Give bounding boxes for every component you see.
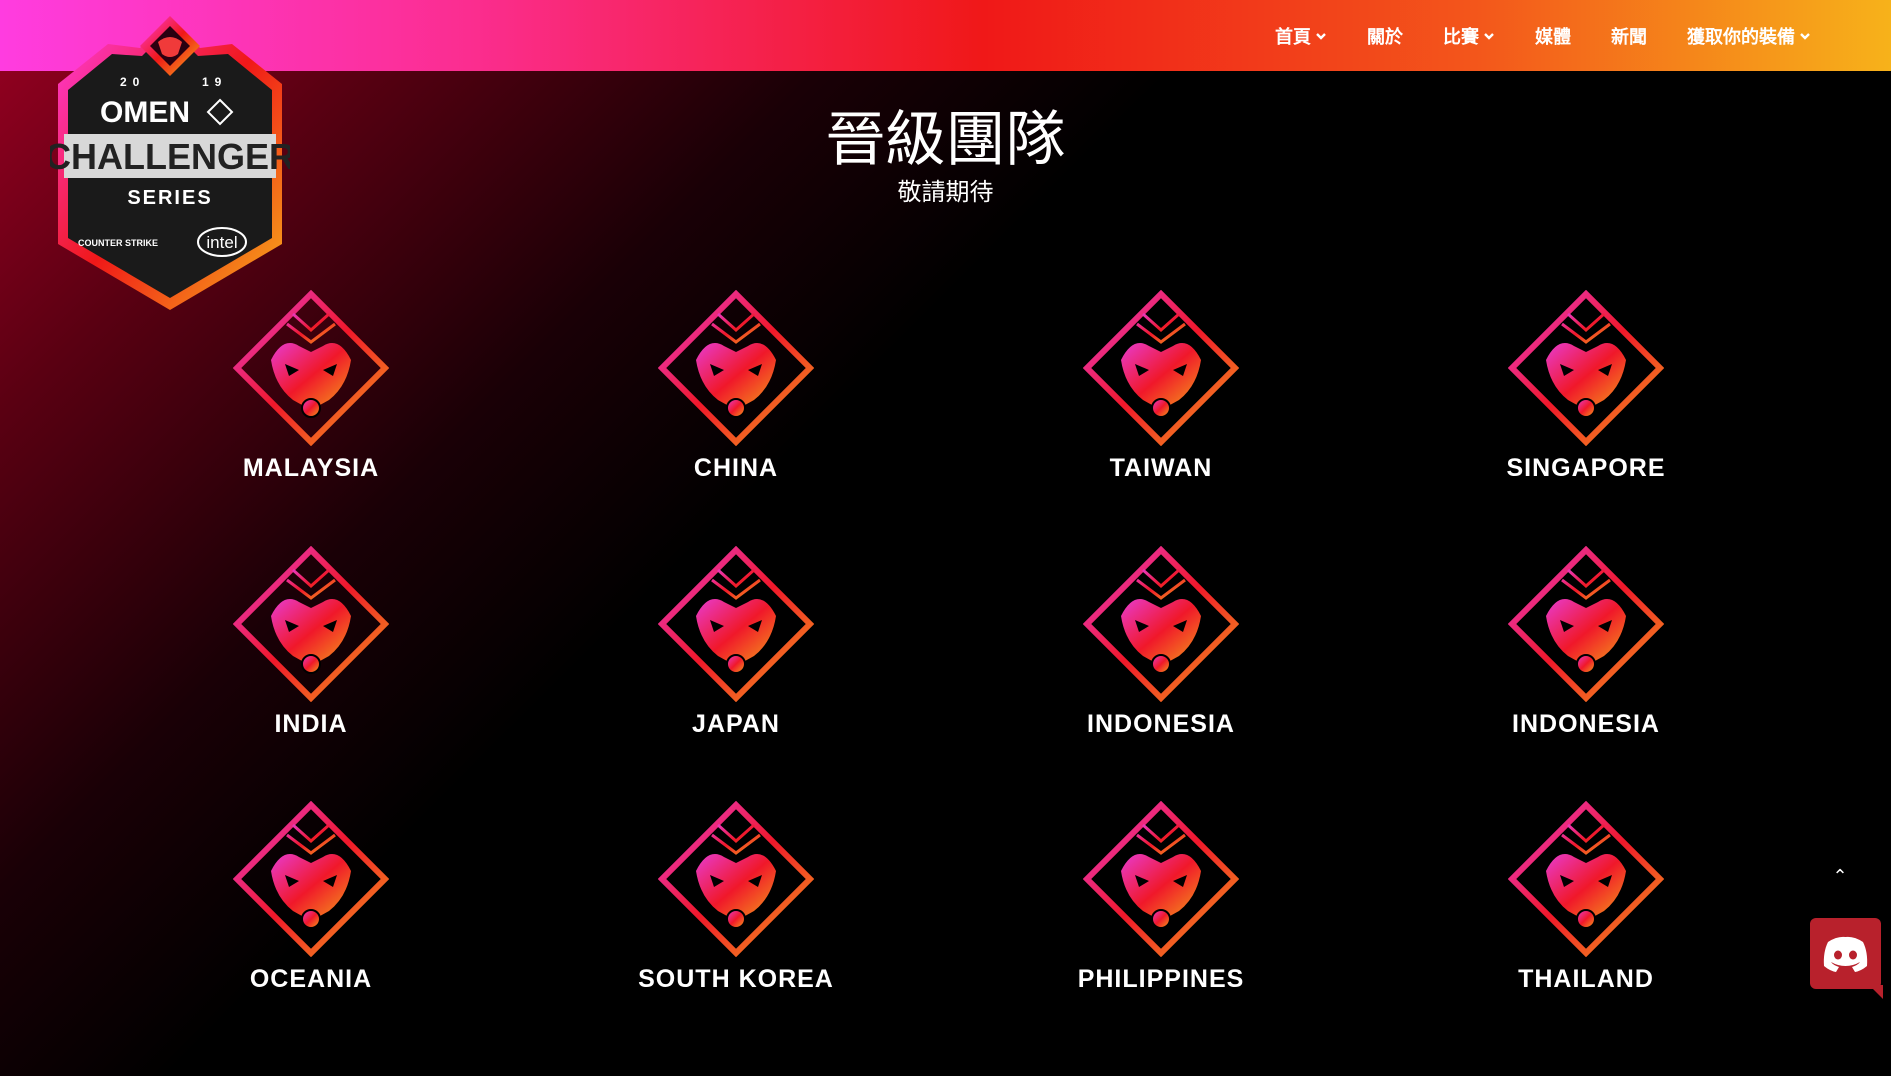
team-card[interactable]: OCEANIA <box>161 801 461 994</box>
team-card[interactable]: TAIWAN <box>1011 290 1311 483</box>
omen-tiger-icon <box>1508 290 1664 446</box>
team-card[interactable]: SINGAPORE <box>1436 290 1736 483</box>
nav-item-label: 比賽 <box>1443 26 1479 48</box>
team-name: INDONESIA <box>1087 710 1235 738</box>
team-card[interactable]: CHINA <box>586 290 886 483</box>
chevron-down-icon <box>1484 32 1494 40</box>
team-card[interactable]: MALAYSIA <box>161 290 461 483</box>
team-name: TAIWAN <box>1109 454 1213 482</box>
chevron-down-icon <box>1316 32 1326 40</box>
nav-item-label: 首頁 <box>1275 26 1311 48</box>
omen-tiger-icon <box>1508 546 1664 702</box>
discord-icon <box>1823 936 1868 972</box>
team-name: MALAYSIA <box>242 454 380 482</box>
team-name: INDIA <box>274 710 348 738</box>
team-name: OCEANIA <box>249 965 373 993</box>
team-name: SOUTH KOREA <box>638 965 834 993</box>
nav-item-home[interactable]: 首頁 <box>1255 23 1347 49</box>
omen-tiger-icon <box>1508 801 1664 957</box>
team-card[interactable]: JAPAN <box>586 546 886 739</box>
chevron-up-icon: ⌃ <box>1832 866 1848 887</box>
omen-tiger-icon <box>658 546 814 702</box>
nav-item-label: 新聞 <box>1611 26 1647 48</box>
logo-brand: OMEN <box>100 96 190 129</box>
logo-subtitle: SERIES <box>127 187 212 209</box>
team-name: CHINA <box>693 454 779 482</box>
team-card[interactable]: SOUTH KOREA <box>586 801 886 994</box>
team-name: INDONESIA <box>1512 710 1660 738</box>
team-card[interactable]: THAILAND <box>1436 801 1736 994</box>
nav-item-media[interactable]: 媒體 <box>1515 23 1591 49</box>
omen-challenger-series-logo[interactable]: 20 19 OMEN CHALLENGER SERIES COUNTER STR… <box>50 14 290 314</box>
omen-tiger-icon <box>1083 801 1239 957</box>
omen-tiger-icon <box>1083 290 1239 446</box>
team-name: JAPAN <box>692 710 780 738</box>
team-card[interactable]: INDIA <box>161 546 461 739</box>
team-card[interactable]: PHILIPPINES <box>1011 801 1311 994</box>
team-card[interactable]: INDONESIA <box>1436 546 1736 739</box>
chevron-down-icon <box>1800 32 1810 40</box>
logo-year-right: 19 <box>202 75 227 89</box>
team-name: SINGAPORE <box>1506 454 1666 482</box>
omen-tiger-icon <box>658 290 814 446</box>
team-name: PHILIPPINES <box>1077 965 1245 993</box>
scroll-to-top-button[interactable]: ⌃ <box>1822 866 1858 888</box>
omen-tiger-icon <box>1083 546 1239 702</box>
team-card[interactable]: INDONESIA <box>1011 546 1311 739</box>
main-nav: 首頁 關於 比賽 媒體 新聞 獲取你的裝備 <box>1255 0 1831 71</box>
omen-tiger-icon <box>233 546 389 702</box>
nav-item-label: 關於 <box>1367 26 1403 48</box>
nav-item-label: 媒體 <box>1535 26 1571 48</box>
team-name: THAILAND <box>1518 965 1654 993</box>
nav-item-get-gear[interactable]: 獲取你的裝備 <box>1667 23 1831 49</box>
logo-sponsor-intel: intel <box>206 233 237 252</box>
nav-item-label: 獲取你的裝備 <box>1687 26 1795 48</box>
logo-title: CHALLENGER <box>50 136 290 177</box>
nav-item-news[interactable]: 新聞 <box>1591 23 1667 49</box>
discord-button[interactable] <box>1810 918 1883 999</box>
omen-tiger-icon <box>658 801 814 957</box>
logo-sponsor-counter-strike: COUNTER STRIKE <box>78 238 158 248</box>
logo-year-left: 20 <box>120 75 145 89</box>
omen-tiger-icon <box>233 801 389 957</box>
nav-item-about[interactable]: 關於 <box>1347 23 1423 49</box>
nav-item-competition[interactable]: 比賽 <box>1423 23 1515 49</box>
